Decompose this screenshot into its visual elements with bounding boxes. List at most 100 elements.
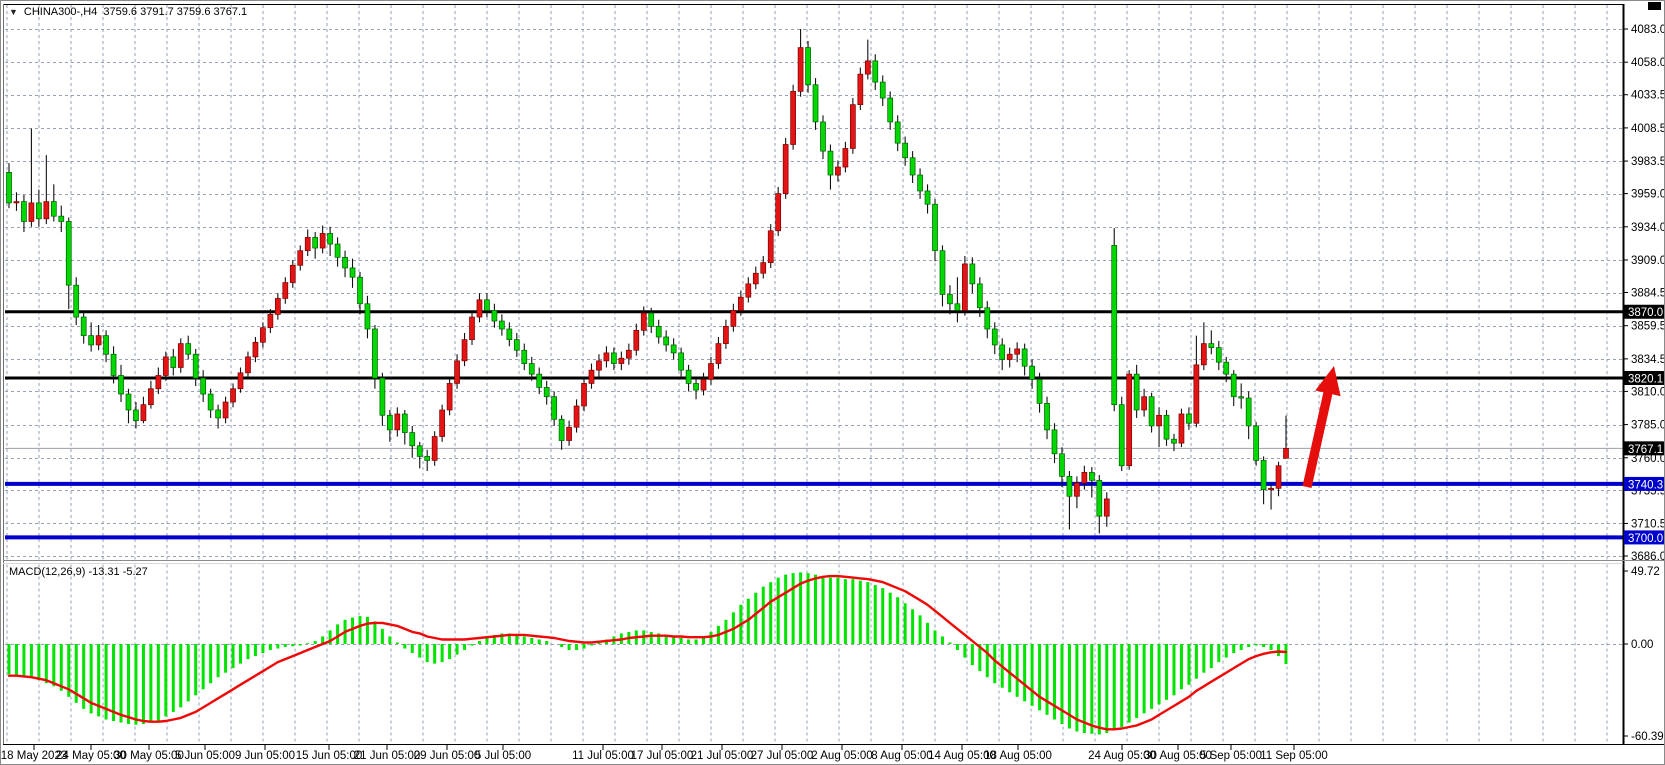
price-axis-label: 3934.0	[1631, 222, 1665, 234]
candle-body	[671, 345, 676, 353]
candle-body	[559, 419, 564, 440]
candle-body	[731, 310, 736, 326]
time-axis-label: 21 Jun 05:00	[354, 750, 421, 762]
candle-body	[1269, 488, 1274, 489]
candle-body	[59, 216, 64, 221]
time-axis-label: 27 Jul 05:00	[751, 750, 814, 762]
candle-body	[44, 202, 49, 219]
candle-body	[641, 313, 646, 330]
candle-body	[372, 329, 377, 378]
price-axis-label: 3959.0	[1631, 189, 1665, 201]
time-axis-label: 8 Aug 05:00	[871, 750, 932, 762]
price-axis-label: 3785.0	[1631, 420, 1665, 432]
candle-body	[96, 336, 101, 345]
candle-body	[604, 353, 609, 361]
candle-body	[738, 297, 743, 310]
candle-body	[1246, 398, 1251, 426]
time-axis-label: 5 Jul 05:00	[475, 750, 531, 762]
candle-body	[776, 194, 781, 231]
candle-body	[806, 48, 811, 85]
candle-body	[1231, 374, 1236, 397]
candle-body	[664, 337, 669, 345]
candle-body	[253, 342, 258, 357]
candle-body	[903, 143, 908, 158]
candle-body	[962, 264, 967, 310]
time-axis-label: 17 Jul 05:00	[631, 750, 694, 762]
candle-body	[440, 410, 445, 437]
candle-body	[1112, 245, 1117, 404]
price-axis-label: 3834.5	[1631, 354, 1665, 366]
candle-body	[970, 264, 975, 284]
candle-body	[201, 378, 206, 394]
candle-body	[343, 257, 348, 268]
time-axis-label: 29 Jun 05:00	[414, 750, 481, 762]
candle-body	[947, 294, 952, 303]
candle-body	[148, 389, 153, 405]
price-axis-label: 3859.5	[1631, 321, 1665, 333]
chart-window[interactable]: 4083.04058.04033.54008.53983.53959.03934…	[0, 0, 1665, 765]
candle-body	[828, 151, 833, 175]
candle-body	[1254, 426, 1259, 461]
price-badge-3870.0: 3870.0	[1624, 305, 1664, 320]
candle-body	[626, 350, 631, 358]
candle-body	[1179, 414, 1184, 443]
price-axis-label: 3710.5	[1631, 518, 1665, 530]
time-axis-label: 30 May 05:00	[114, 750, 184, 762]
candle-body	[522, 350, 527, 363]
candle-body	[29, 203, 34, 222]
candle-body	[51, 202, 56, 217]
symbol-dropdown-icon[interactable]: ▼	[9, 7, 18, 17]
candle-body	[649, 313, 654, 326]
candle-body	[761, 263, 766, 274]
candle-body	[596, 361, 601, 370]
candle-body	[1157, 415, 1162, 426]
candle-body	[74, 285, 79, 317]
candle-body	[1164, 415, 1169, 439]
candle-body	[955, 304, 960, 311]
price-badge-3820.1: 3820.1	[1624, 371, 1664, 386]
hline-objects-layer	[5, 312, 1623, 538]
candle-body	[156, 375, 161, 388]
current-price-badge: 3767.1	[1624, 441, 1664, 456]
candle-body	[320, 233, 325, 248]
candle-body	[171, 357, 176, 368]
candle-body	[477, 300, 482, 317]
candle-body	[104, 336, 109, 355]
candle-body	[514, 340, 519, 351]
candle-body	[537, 374, 542, 387]
time-axis-label: 5 Jun 05:00	[175, 750, 235, 762]
price-axis-label: 3686.0	[1631, 551, 1665, 563]
candle-body	[432, 437, 437, 461]
candle-body	[850, 105, 855, 149]
candle-body	[544, 387, 549, 396]
candle-body	[1067, 476, 1072, 496]
candle-body	[1037, 379, 1042, 403]
svg-text:3740.3: 3740.3	[1628, 479, 1663, 491]
candle-body	[1284, 448, 1289, 458]
price-chart-canvas[interactable]: 4083.04058.04033.54008.53983.53959.03934…	[1, 1, 1665, 765]
buy-signal-arrow[interactable]	[1303, 366, 1341, 488]
candle-body	[447, 383, 452, 410]
candle-body	[1127, 374, 1132, 466]
time-axis-label: 9 Jun 05:00	[235, 750, 295, 762]
chart-title: ▼CHINA300-,H4 3759.6 3791.7 3759.6 3767.…	[9, 6, 247, 18]
candle-body	[410, 433, 415, 446]
candle-body	[21, 202, 26, 222]
candle-body	[1261, 460, 1266, 489]
candle-body	[910, 158, 915, 175]
candle-body	[1134, 374, 1139, 410]
candle-body	[245, 357, 250, 373]
candle-body	[290, 265, 295, 282]
candle-body	[529, 364, 534, 375]
candle-body	[1224, 362, 1229, 374]
candle-body	[1097, 480, 1102, 516]
candle-body	[611, 353, 616, 364]
candle-body	[417, 446, 422, 457]
candle-body	[268, 314, 273, 327]
price-axis-label: 3884.5	[1631, 288, 1665, 300]
price-axis-label: 4033.5	[1631, 90, 1665, 102]
candle-body	[1052, 430, 1057, 454]
symbol-period-label: CHINA300-,H4	[24, 6, 97, 18]
candle-body	[507, 329, 512, 340]
macd-scale-label: 49.72	[1631, 566, 1660, 578]
